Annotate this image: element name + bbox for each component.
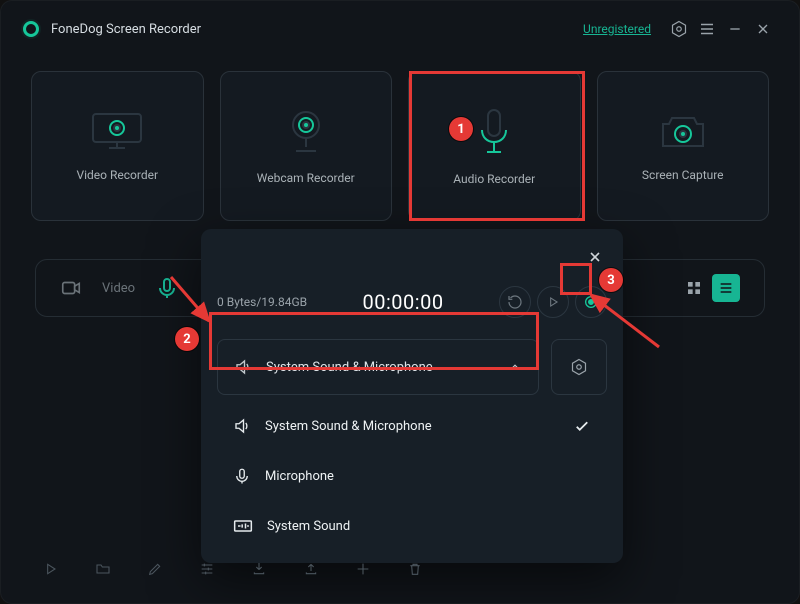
audio-source-select[interactable]: System Sound & Microphone xyxy=(217,339,539,395)
open-folder-button[interactable] xyxy=(87,553,119,585)
view-toggle xyxy=(680,274,740,302)
list-view-button[interactable] xyxy=(712,274,740,302)
timer: 00:00:00 xyxy=(313,290,493,314)
menu-icon[interactable] xyxy=(693,15,721,43)
mode-label: Screen Capture xyxy=(642,168,724,182)
storage-status: 0 Bytes/19.84GB xyxy=(217,295,307,309)
mode-screen-capture[interactable]: Screen Capture xyxy=(597,71,770,221)
settings-icon[interactable] xyxy=(665,15,693,43)
audio-source-selected: System Sound & Microphone xyxy=(266,360,494,375)
mode-label: Webcam Recorder xyxy=(257,171,355,185)
mode-label: Video Recorder xyxy=(76,168,158,182)
option-label: Microphone xyxy=(265,469,334,484)
play-all-button[interactable] xyxy=(35,553,67,585)
audio-option-system-and-mic[interactable]: System Sound & Microphone xyxy=(207,401,617,451)
option-label: System Sound & Microphone xyxy=(265,419,559,434)
adjust-button[interactable] xyxy=(191,553,223,585)
panel-status-row: 0 Bytes/19.84GB 00:00:00 xyxy=(201,279,623,325)
chevron-up-icon xyxy=(508,360,522,374)
option-label: System Sound xyxy=(267,519,350,534)
export-button[interactable] xyxy=(295,553,327,585)
mode-video-recorder[interactable]: Video Recorder xyxy=(31,71,204,221)
audio-source-row: System Sound & Microphone xyxy=(201,339,623,395)
app-title: FoneDog Screen Recorder xyxy=(51,22,201,37)
audio-option-microphone[interactable]: Microphone xyxy=(207,451,617,501)
edit-button[interactable] xyxy=(139,553,171,585)
close-icon[interactable] xyxy=(749,15,777,43)
mode-label: Audio Recorder xyxy=(453,172,535,186)
check-icon xyxy=(573,417,591,435)
titlebar: FoneDog Screen Recorder Unregistered xyxy=(1,1,799,57)
audio-tab-icon[interactable] xyxy=(155,276,179,300)
play-button[interactable] xyxy=(537,286,569,318)
mode-webcam-recorder[interactable]: Webcam Recorder xyxy=(220,71,393,221)
registration-link[interactable]: Unregistered xyxy=(583,22,651,36)
speaker-icon xyxy=(233,417,251,435)
mode-audio-recorder[interactable]: Audio Recorder xyxy=(408,71,581,221)
panel-close-icon[interactable] xyxy=(581,243,609,271)
grid-view-button[interactable] xyxy=(680,274,708,302)
delete-button[interactable] xyxy=(399,553,431,585)
audio-recorder-panel: 0 Bytes/19.84GB 00:00:00 System Sound & … xyxy=(201,229,623,563)
video-tab-label[interactable]: Video xyxy=(102,281,135,296)
video-tab-icon xyxy=(60,277,82,299)
speaker-icon xyxy=(234,358,252,376)
audio-source-options: System Sound & Microphone Microphone Sys… xyxy=(201,395,623,555)
undo-button[interactable] xyxy=(499,286,531,318)
app-logo-icon xyxy=(23,21,39,37)
audio-option-system-sound[interactable]: System Sound xyxy=(207,501,617,551)
record-button[interactable] xyxy=(575,286,607,318)
callout-badge-2: 2 xyxy=(175,327,199,351)
app-window: FoneDog Screen Recorder Unregistered Vid… xyxy=(0,0,800,604)
mode-tiles: Video Recorder Webcam Recorder Audio Rec… xyxy=(1,57,799,225)
minimize-icon[interactable] xyxy=(721,15,749,43)
merge-button[interactable] xyxy=(347,553,379,585)
microphone-icon xyxy=(233,466,251,486)
audio-source-settings-button[interactable] xyxy=(551,339,607,395)
import-button[interactable] xyxy=(243,553,275,585)
system-sound-icon xyxy=(233,518,253,534)
bottom-toolbar xyxy=(35,553,431,585)
